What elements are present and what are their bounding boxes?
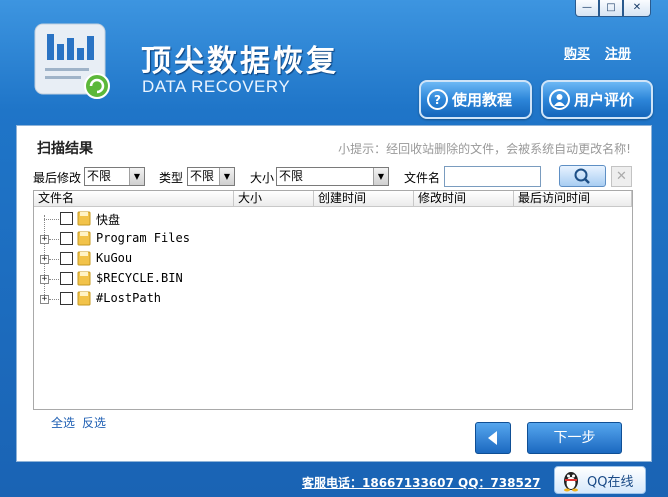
folder-icon bbox=[77, 271, 91, 286]
user-review-button[interactable]: 用户评价 bbox=[541, 80, 653, 119]
tip-text: 小提示：经回收站删除的文件，会被系统自动更改名称! bbox=[338, 142, 631, 156]
search-icon bbox=[574, 168, 590, 184]
clear-button[interactable]: ✕ bbox=[611, 166, 632, 187]
brand-subtitle: DATA RECOVERY bbox=[142, 77, 291, 96]
qq-online-button[interactable]: QQ在线 bbox=[554, 466, 646, 494]
row-name: $RECYCLE.BIN bbox=[96, 271, 183, 285]
chevron-down-icon[interactable]: ▼ bbox=[219, 168, 234, 185]
folder-icon bbox=[77, 291, 91, 306]
column-header-created[interactable]: 创建时间 bbox=[314, 191, 414, 207]
table-header: 文件名 大小 创建时间 修改时间 最后访问时间 bbox=[34, 191, 632, 207]
last-modified-select[interactable]: 不限 ▼ bbox=[84, 167, 145, 186]
tree-row[interactable]: + Program Files bbox=[34, 229, 632, 249]
folder-icon bbox=[77, 211, 91, 226]
tree-row[interactable]: + KuGou bbox=[34, 249, 632, 269]
question-icon: ? bbox=[427, 89, 448, 110]
size-label: 大小 bbox=[250, 171, 275, 185]
row-name: #LostPath bbox=[96, 291, 162, 305]
close-button[interactable]: ✕ bbox=[623, 0, 651, 17]
register-link[interactable]: 注册 bbox=[605, 43, 631, 62]
tree-connector bbox=[49, 239, 59, 240]
expand-icon[interactable]: + bbox=[40, 255, 49, 264]
expand-icon[interactable]: + bbox=[40, 235, 49, 244]
tutorial-button[interactable]: ? 使用教程 bbox=[419, 80, 532, 119]
size-value: 不限 bbox=[279, 169, 304, 183]
column-header-size[interactable]: 大小 bbox=[234, 191, 314, 207]
buy-link[interactable]: 购买 bbox=[564, 43, 590, 62]
type-select[interactable]: 不限 ▼ bbox=[187, 167, 235, 186]
row-checkbox[interactable] bbox=[60, 272, 73, 285]
expand-icon[interactable]: + bbox=[40, 295, 49, 304]
folder-icon bbox=[77, 231, 91, 246]
type-value: 不限 bbox=[190, 169, 215, 183]
tree-connector bbox=[49, 299, 59, 300]
filename-label: 文件名 bbox=[404, 171, 441, 185]
tree-row[interactable]: 快盘 bbox=[34, 209, 632, 229]
row-name: 快盘 bbox=[96, 213, 121, 227]
maximize-button[interactable]: □ bbox=[599, 0, 623, 17]
invert-selection-link[interactable]: 反选 bbox=[82, 414, 106, 431]
arrow-left-icon bbox=[488, 431, 497, 445]
app-logo-icon bbox=[34, 23, 110, 99]
tree-row[interactable]: + $RECYCLE.BIN bbox=[34, 269, 632, 289]
back-button[interactable] bbox=[475, 422, 511, 454]
filename-input[interactable] bbox=[444, 166, 541, 187]
row-name: KuGou bbox=[96, 251, 133, 265]
folder-icon bbox=[77, 251, 91, 266]
type-label: 类型 bbox=[159, 171, 184, 185]
scan-results-panel: 扫描结果 小提示：经回收站删除的文件，会被系统自动更改名称! 最后修改 不限 ▼… bbox=[16, 125, 652, 462]
row-checkbox[interactable] bbox=[60, 292, 73, 305]
select-all-link[interactable]: 全选 bbox=[51, 414, 75, 431]
tree-connector bbox=[44, 219, 59, 220]
qq-online-label: QQ在线 bbox=[587, 474, 634, 490]
tree-connector bbox=[49, 279, 59, 280]
chevron-down-icon[interactable]: ▼ bbox=[373, 168, 388, 185]
last-modified-value: 不限 bbox=[87, 169, 112, 183]
panel-title: 扫描结果 bbox=[37, 141, 93, 157]
tutorial-button-label: 使用教程 bbox=[452, 91, 513, 109]
minimize-button[interactable]: — bbox=[575, 0, 599, 17]
tree-connector bbox=[49, 259, 59, 260]
chevron-down-icon[interactable]: ▼ bbox=[129, 168, 144, 185]
brand-title: 顶尖数据恢复 bbox=[141, 44, 339, 79]
column-header-accessed[interactable]: 最后访问时间 bbox=[514, 191, 632, 207]
last-modified-label: 最后修改 bbox=[33, 171, 82, 185]
close-icon: ✕ bbox=[616, 169, 627, 184]
support-hotline[interactable]: 客服电话：18667133607 QQ：738527 bbox=[302, 474, 541, 491]
column-header-name[interactable]: 文件名 bbox=[34, 191, 234, 207]
user-review-button-label: 用户评价 bbox=[574, 91, 635, 109]
file-tree-table: 文件名 大小 创建时间 修改时间 最后访问时间 快盘 + Program Fil… bbox=[33, 190, 633, 410]
row-name: Program Files bbox=[96, 231, 190, 245]
row-checkbox[interactable] bbox=[60, 252, 73, 265]
size-select[interactable]: 不限 ▼ bbox=[276, 167, 389, 186]
expand-icon[interactable]: + bbox=[40, 275, 49, 284]
user-icon bbox=[549, 89, 570, 110]
tree-row[interactable]: + #LostPath bbox=[34, 289, 632, 309]
row-checkbox[interactable] bbox=[60, 232, 73, 245]
footer: 客服电话：18667133607 QQ：738527 QQ在线 bbox=[0, 462, 668, 497]
qq-penguin-icon bbox=[564, 472, 578, 492]
next-step-button[interactable]: 下一步 bbox=[527, 422, 622, 454]
search-button[interactable] bbox=[559, 165, 606, 187]
app-window: — □ ✕ 顶尖数据恢复 DATA RECOVERY 购买 注册 ? 使用教程 … bbox=[0, 0, 668, 497]
column-header-modified[interactable]: 修改时间 bbox=[414, 191, 514, 207]
row-checkbox[interactable] bbox=[60, 212, 73, 225]
